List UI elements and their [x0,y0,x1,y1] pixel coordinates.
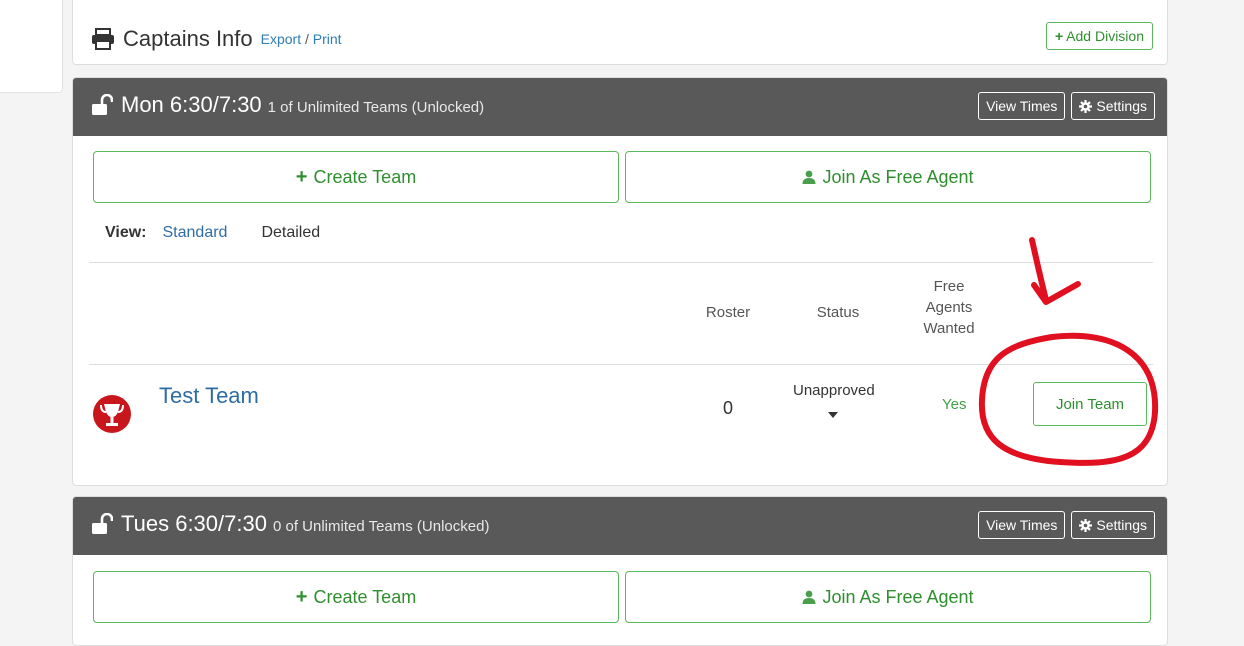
unlock-icon [92,513,113,534]
roster-count: 0 [722,398,733,418]
status-header: Status [816,304,860,321]
captains-title-row: Captains Info Export / Print [91,26,342,52]
divider [89,364,1153,365]
free-agent-label: Join As Free Agent [822,586,974,607]
view-standard-link[interactable]: Standard [163,224,228,242]
status-value: Unapproved [793,382,875,399]
settings-button[interactable]: Settings [1071,92,1155,120]
free-header-line-3: Wanted [923,320,975,337]
division-card-tues: Tues 6:30/7:30 0 of Unlimited Teams (Unl… [72,496,1168,646]
view-times-button[interactable]: View Times [978,92,1066,120]
user-icon [802,170,816,184]
free-agents-wanted-header: Free Agents Wanted [909,276,989,339]
user-icon [802,590,816,604]
view-times-button[interactable]: View Times [978,511,1066,539]
caret-down-icon [828,412,838,418]
division-header: Mon 6:30/7:30 1 of Unlimited Teams (Unlo… [73,78,1167,136]
division-header-buttons: View Times Settings [978,92,1155,120]
plus-icon: + [295,165,308,188]
plus-icon: + [1054,28,1064,44]
view-detailed-link[interactable]: Detailed [261,224,320,242]
create-team-label: Create Team [313,586,417,607]
division-name: Tues 6:30/7:30 [121,511,267,536]
create-team-button[interactable]: + Create Team [93,571,619,623]
unlock-icon [92,94,113,115]
create-team-button[interactable]: + Create Team [93,151,619,203]
division-subtitle: 0 of Unlimited Teams (Unlocked) [272,518,490,535]
add-division-button[interactable]: + Add Division [1045,22,1153,50]
join-free-agent-button[interactable]: Join As Free Agent [625,151,1151,203]
settings-button[interactable]: Settings [1071,511,1155,539]
division-card-mon: Mon 6:30/7:30 1 of Unlimited Teams (Unlo… [72,77,1168,486]
join-team-button[interactable]: Join Team [1033,382,1147,426]
view-toggle: View: Standard Detailed [105,224,320,242]
roster-header: Roster [705,304,751,321]
status-dropdown[interactable]: Unapproved [793,382,875,418]
division-header: Tues 6:30/7:30 0 of Unlimited Teams (Unl… [73,497,1167,555]
team-name-link[interactable]: Test Team [159,383,259,409]
join-free-agent-button[interactable]: Join As Free Agent [625,571,1151,623]
settings-label: Settings [1096,517,1147,533]
free-agent-label: Join As Free Agent [822,166,974,187]
division-name: Mon 6:30/7:30 [121,92,262,117]
trophy-icon [93,395,131,433]
left-panel [0,0,63,93]
create-team-label: Create Team [313,166,417,187]
print-link[interactable]: Print [313,31,342,47]
add-division-label: Add Division [1066,28,1144,44]
division-title: Mon 6:30/7:30 1 of Unlimited Teams (Unlo… [91,92,484,118]
printer-icon [92,28,114,50]
division-actions: + Create Team Join As Free Agent [93,151,1151,203]
captains-title: Captains Info [123,26,253,51]
export-link[interactable]: Export [261,31,301,47]
division-title: Tues 6:30/7:30 0 of Unlimited Teams (Unl… [91,511,489,537]
export-print-link[interactable]: Export / Print [261,31,342,47]
free-header-line-2: Agents [925,299,973,316]
view-times-label: View Times [986,517,1058,533]
free-agents-wanted-value: Yes [942,396,967,413]
view-times-label: View Times [986,98,1058,114]
view-label: View: [105,224,147,241]
gear-icon [1079,99,1093,113]
captains-info-card: Captains Info Export / Print + Add Divis… [72,0,1168,65]
free-header-line-1: Free [933,278,965,295]
divider [89,262,1153,263]
division-subtitle: 1 of Unlimited Teams (Unlocked) [267,99,485,116]
link-separator: / [301,31,313,47]
division-header-buttons: View Times Settings [978,511,1155,539]
division-actions: + Create Team Join As Free Agent [93,571,1151,623]
gear-icon [1079,518,1093,532]
settings-label: Settings [1096,98,1147,114]
plus-icon: + [295,585,308,608]
